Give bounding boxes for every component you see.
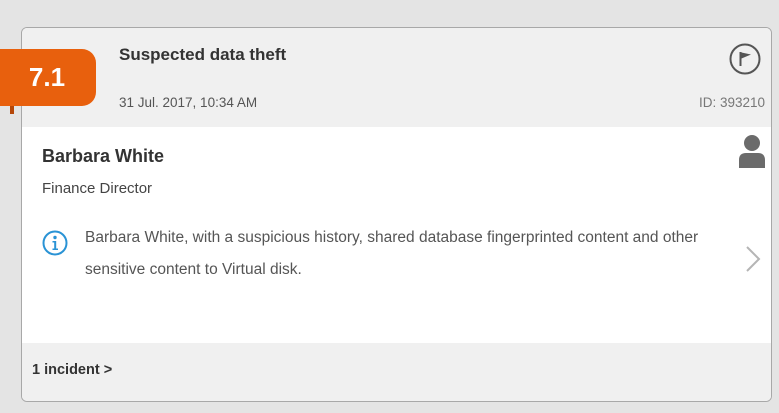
incident-id: ID: 393210 [698,95,765,110]
incident-title: Suspected data theft [119,45,287,64]
info-icon [42,230,68,256]
flag-icon [729,43,761,75]
risk-score-badge: 7.1 [0,49,96,106]
user-role: Finance Director [42,180,153,197]
chevron-right-icon[interactable] [744,244,762,274]
incident-count-link[interactable]: 1 incident > [32,362,112,378]
incident-description: Barbara White, with a suspicious history… [85,229,699,278]
flag-button[interactable] [728,42,762,76]
incident-card[interactable]: Suspected data theft 31 Jul. 2017, 10:34… [21,27,772,402]
user-name: Barbara White [42,146,165,166]
incident-date: 31 Jul. 2017, 10:34 AM [119,95,258,110]
card-body: Barbara White Finance Director Barbara W… [22,127,771,343]
card-footer: 1 incident > [22,343,771,401]
user-icon [739,135,765,168]
card-header: Suspected data theft 31 Jul. 2017, 10:34… [22,28,771,127]
